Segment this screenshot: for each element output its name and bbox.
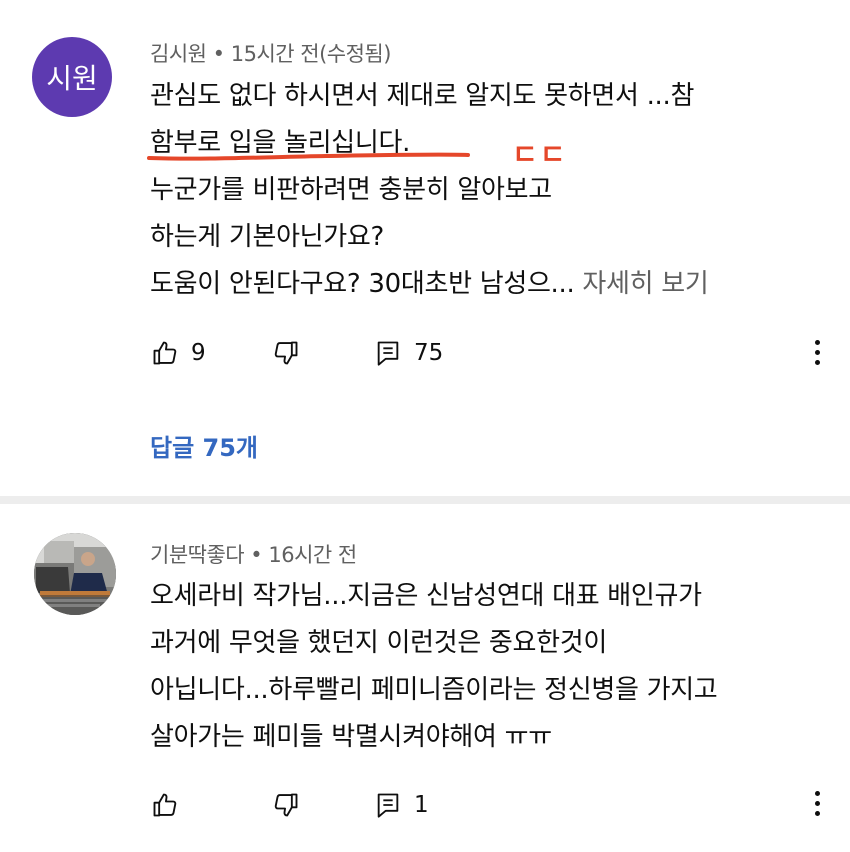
comment-time: 15시간 전(수정됨) xyxy=(230,42,392,66)
like-button[interactable] xyxy=(151,791,179,819)
avatar-text: 시원 xyxy=(46,63,98,94)
read-more-link[interactable]: 자세히 보기 xyxy=(582,269,708,299)
reply-button[interactable]: 75 xyxy=(374,339,443,367)
like-count: 9 xyxy=(191,340,206,366)
reply-icon xyxy=(377,793,399,818)
like-button[interactable]: 9 xyxy=(151,339,206,367)
reply-icon xyxy=(377,341,399,366)
thumbs-down-icon xyxy=(274,341,298,365)
comment-text-line: 아닙니다...하루빨리 페미니즘이라는 정신병을 가지고 xyxy=(150,675,718,705)
more-vert-icon[interactable] xyxy=(815,791,821,821)
comment-1: 시원 김시원 • 15시간 전(수정됨) 관심도 없다 하시면서 제대로 알지도… xyxy=(0,0,850,498)
thumbs-up-icon xyxy=(153,341,177,365)
handwritten-underline xyxy=(147,152,470,161)
comment-text-line: 과거에 무엇을 했던지 이런것은 중요한것이 xyxy=(150,628,608,658)
author-name[interactable]: 김시원 xyxy=(150,42,207,66)
view-replies-button[interactable]: 답글 75개 xyxy=(150,428,258,463)
comment-text-line: 누군가를 비판하려면 충분히 알아보고 xyxy=(150,175,552,205)
reply-button[interactable]: 1 xyxy=(374,791,429,819)
dislike-button[interactable] xyxy=(272,339,300,367)
comment-time: 16시간 전 xyxy=(268,543,357,567)
comment-text-line: 하는게 기본아닌가요? xyxy=(150,222,385,252)
comment-2: 기분딱좋다 • 16시간 전 오세라비 작가님...지금은 신남성연대 대표 배… xyxy=(0,504,850,852)
avatar[interactable] xyxy=(34,533,116,615)
comment-text-line: 관심도 없다 하시면서 제대로 알지도 못하면서 ...참 xyxy=(150,81,695,111)
meta-dot: • xyxy=(250,543,263,567)
comment-meta: 기분딱좋다 • 16시간 전 xyxy=(150,539,357,569)
avatar-photo xyxy=(34,533,116,615)
comment-text-line: 오세라비 작가님...지금은 신남성연대 대표 배인규가 xyxy=(150,581,702,611)
reply-count: 75 xyxy=(414,340,444,366)
thumbs-down-icon xyxy=(274,793,298,817)
dislike-button[interactable] xyxy=(272,791,300,819)
comment-text-line: 도움이 안된다구요? 30대초반 남성으... 자세히 보기 xyxy=(150,271,709,297)
comment-divider xyxy=(0,496,850,504)
more-vert-icon[interactable] xyxy=(815,340,821,370)
reply-count: 1 xyxy=(414,792,429,818)
comment-text-line-tail: 도움이 안된다구요? 30대초반 남성으... xyxy=(150,269,575,299)
thumbs-up-icon xyxy=(153,793,177,817)
comment-text-line: 살아가는 페미들 박멸시켜야해여 ㅠㅠ xyxy=(150,722,552,752)
comment-meta: 김시원 • 15시간 전(수정됨) xyxy=(150,38,391,68)
author-name[interactable]: 기분딱좋다 xyxy=(150,543,245,567)
meta-dot: • xyxy=(212,42,225,66)
handwritten-annotation: ㄷㄷ xyxy=(512,138,568,171)
avatar[interactable]: 시원 xyxy=(32,37,112,117)
